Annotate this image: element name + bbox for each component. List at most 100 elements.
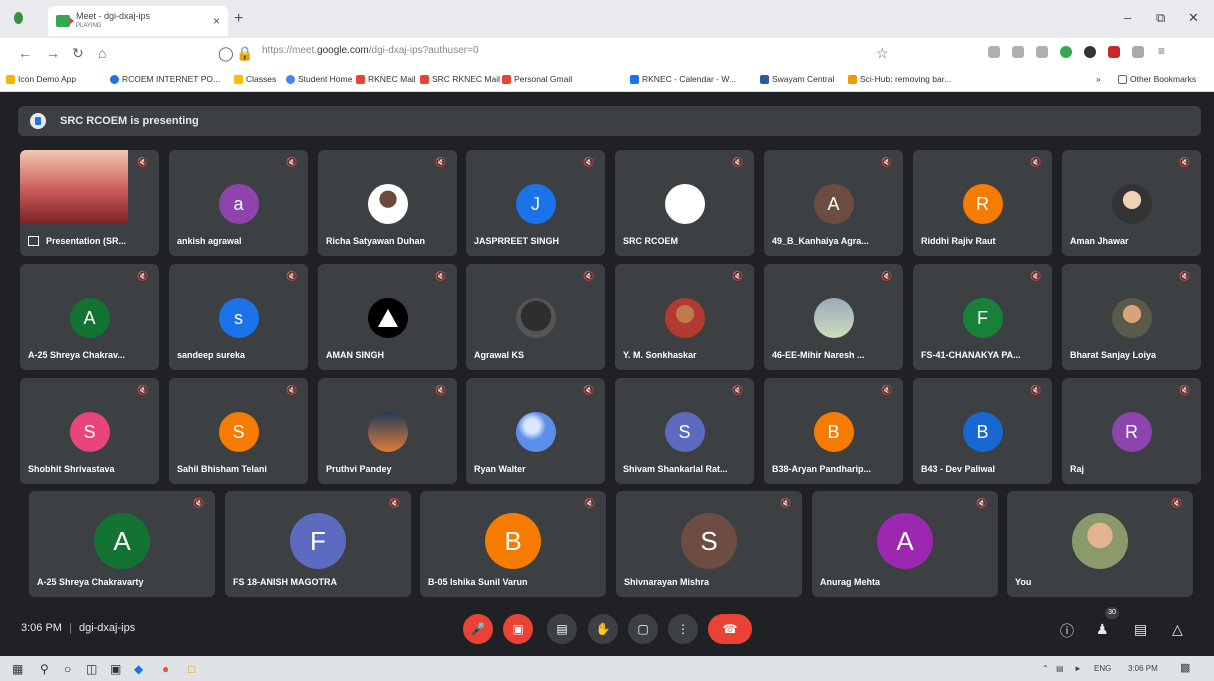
participant-tile[interactable]: B 🔇 B-05 Ishika Sunil Varun: [420, 491, 606, 597]
bookmark-item[interactable]: Student Home: [286, 74, 352, 84]
participant-tile[interactable]: 🔇 Aman Jhawar: [1062, 150, 1201, 256]
raise-hand-button[interactable]: ✋: [588, 614, 618, 644]
participant-tile[interactable]: 🔇 Ryan Walter: [466, 378, 605, 484]
task-view-icon[interactable]: ◫: [86, 662, 97, 676]
browser-tab-meet[interactable]: Meet - dgi-dxaj-ips PLAYING ×: [48, 6, 228, 36]
participant-tile[interactable]: 🔇 Y. M. Sonkhaskar: [615, 264, 754, 370]
info-icon[interactable]: ⓘ: [1060, 621, 1074, 641]
participant-tile[interactable]: A 🔇 A-25 Shreya Chakravarty: [29, 491, 215, 597]
pocket-icon[interactable]: [988, 46, 1000, 58]
participant-tile[interactable]: 🔇 Presentation (SR...: [20, 150, 159, 256]
taskbar-explorer-icon[interactable]: □: [188, 662, 195, 676]
mic-muted-icon: 🔇: [435, 157, 447, 167]
bookmark-icon: [234, 74, 243, 84]
participant-tile[interactable]: J 🔇 JASPRREET SINGH: [466, 150, 605, 256]
avatar-letter: s: [234, 307, 243, 328]
participant-tile[interactable]: S 🔇 Shivam Shankarlal Rat...: [615, 378, 754, 484]
participant-tile[interactable]: F 🔇 FS-41-CHANAKYA PA...: [913, 264, 1052, 370]
bookmark-item[interactable]: Sci-Hub: removing bar...: [848, 74, 951, 84]
participant-tile[interactable]: R 🔇 Riddhi Rajiv Raut: [913, 150, 1052, 256]
more-options-button[interactable]: ⋮: [668, 614, 698, 644]
participant-tile[interactable]: 🔇 Richa Satyawan Duhan: [318, 150, 457, 256]
taskbar-store-icon[interactable]: ◆: [134, 662, 143, 676]
back-icon[interactable]: ←: [18, 45, 32, 61]
chevron-right-icon[interactable]: »: [1096, 74, 1101, 84]
participant-tile[interactable]: 🔇 46-EE-Mihir Naresh ...: [764, 264, 903, 370]
participant-tile[interactable]: S 🔇 Sahil Bhisham Telani: [169, 378, 308, 484]
tab-close-icon[interactable]: ×: [213, 14, 220, 28]
bookmark-item[interactable]: Icon Demo App: [6, 74, 76, 84]
shield-icon[interactable]: ◯: [218, 45, 234, 62]
search-icon[interactable]: ⚲: [40, 662, 49, 676]
bookmark-item[interactable]: RKNEC Mail: [356, 74, 416, 84]
download-icon[interactable]: [1012, 46, 1024, 58]
bookmark-item[interactable]: Classes: [234, 74, 276, 84]
participant-tile[interactable]: 🔇 Agrawal KS: [466, 264, 605, 370]
bookmark-star-icon[interactable]: ☆: [876, 45, 889, 62]
library-icon[interactable]: [1036, 46, 1048, 58]
extension-grey-icon[interactable]: [1132, 46, 1144, 58]
participant-tile[interactable]: 🔇 You: [1007, 491, 1193, 597]
tray-speaker-icon[interactable]: ►: [1074, 664, 1082, 673]
bookmark-item[interactable]: RKNEC - Calendar - W...: [630, 74, 736, 84]
bookmark-item[interactable]: Personal Gmail: [502, 74, 572, 84]
lock-icon[interactable]: 🔒: [236, 45, 253, 62]
notifications-icon[interactable]: ▩: [1180, 661, 1190, 674]
tray-network-icon[interactable]: ▤: [1056, 664, 1064, 673]
bookmark-item[interactable]: SRC RKNEC Mail: [420, 74, 500, 84]
extension-green-icon[interactable]: [1060, 46, 1072, 58]
people-icon[interactable]: ♟: [1096, 621, 1109, 638]
minimize-icon[interactable]: –: [1124, 10, 1131, 25]
camera-off-button[interactable]: ▣: [503, 614, 533, 644]
windows-start-icon[interactable]: ▦: [12, 662, 23, 676]
captions-button[interactable]: ▤: [547, 614, 577, 644]
activities-icon[interactable]: △: [1172, 621, 1183, 638]
reload-icon[interactable]: ↻: [72, 45, 84, 62]
bookmark-item[interactable]: Swayam Central: [760, 74, 834, 84]
mic-off-button[interactable]: 🎤: [463, 614, 493, 644]
forward-icon[interactable]: →: [46, 45, 60, 61]
tab-subtitle: PLAYING: [76, 23, 102, 29]
tray-language[interactable]: ENG: [1094, 664, 1111, 673]
leave-call-button[interactable]: ☎: [708, 614, 752, 644]
close-window-icon[interactable]: ✕: [1188, 10, 1199, 26]
participant-tile[interactable]: A 🔇 A-25 Shreya Chakrav...: [20, 264, 159, 370]
participant-tile[interactable]: B 🔇 B38-Aryan Pandharip...: [764, 378, 903, 484]
participant-name: 46-EE-Mihir Naresh ...: [772, 350, 865, 360]
participant-tile[interactable]: A 🔇 Anurag Mehta: [812, 491, 998, 597]
tray-chevron-up-icon[interactable]: ⌃: [1042, 664, 1049, 673]
participant-tile[interactable]: 🔇 SRC RCOEM: [615, 150, 754, 256]
bookmark-item[interactable]: RCOEM INTERNET PO...: [110, 74, 220, 84]
bookmark-label: SRC RKNEC Mail: [432, 74, 501, 84]
restore-icon[interactable]: ⧉: [1156, 10, 1165, 26]
taskbar-app-icon[interactable]: ▣: [110, 662, 121, 676]
chat-icon[interactable]: ▤: [1134, 621, 1147, 638]
more-vert-icon: ⋮: [677, 622, 689, 636]
tray-clock[interactable]: 3:06 PM: [1128, 664, 1158, 673]
extension-dark-icon[interactable]: [1084, 46, 1096, 58]
participant-tile[interactable]: s 🔇 sandeep sureka: [169, 264, 308, 370]
avatar-letter: S: [700, 525, 718, 556]
participant-tile[interactable]: F 🔇 FS 18-ANISH MAGOTRA: [225, 491, 411, 597]
url-bar[interactable]: https://meet.google.com/dgi-dxaj-ips?aut…: [262, 45, 479, 56]
participant-tile[interactable]: 🔇 Bharat Sanjay Loiya: [1062, 264, 1201, 370]
present-button[interactable]: ▢: [628, 614, 658, 644]
participant-tile[interactable]: B 🔇 B43 - Dev Paliwal: [913, 378, 1052, 484]
taskbar-firefox-icon[interactable]: ●: [162, 662, 169, 676]
bookmark-icon: [420, 74, 429, 84]
other-bookmarks[interactable]: Other Bookmarks: [1118, 74, 1196, 84]
new-tab-button[interactable]: +: [234, 10, 243, 28]
menu-icon[interactable]: ≡: [1158, 45, 1170, 58]
participant-tile[interactable]: S 🔇 Shivnarayan Mishra: [616, 491, 802, 597]
participant-tile[interactable]: A 🔇 49_B_Kanhaiya Agra...: [764, 150, 903, 256]
participant-tile[interactable]: S 🔇 Shobhit Shrivastava: [20, 378, 159, 484]
participant-tile[interactable]: a 🔇 ankish agrawal: [169, 150, 308, 256]
participant-tile[interactable]: 🔇 Pruthvi Pandey: [318, 378, 457, 484]
avatar-photo: [515, 412, 556, 452]
participant-tile[interactable]: 🔇 AMAN SINGH: [318, 264, 457, 370]
ublock-icon[interactable]: [1108, 46, 1120, 58]
participant-name: FS-41-CHANAKYA PA...: [921, 350, 1021, 360]
cortana-icon[interactable]: ○: [64, 662, 71, 676]
home-icon[interactable]: ⌂: [98, 45, 106, 61]
participant-tile[interactable]: R 🔇 Raj: [1062, 378, 1201, 484]
